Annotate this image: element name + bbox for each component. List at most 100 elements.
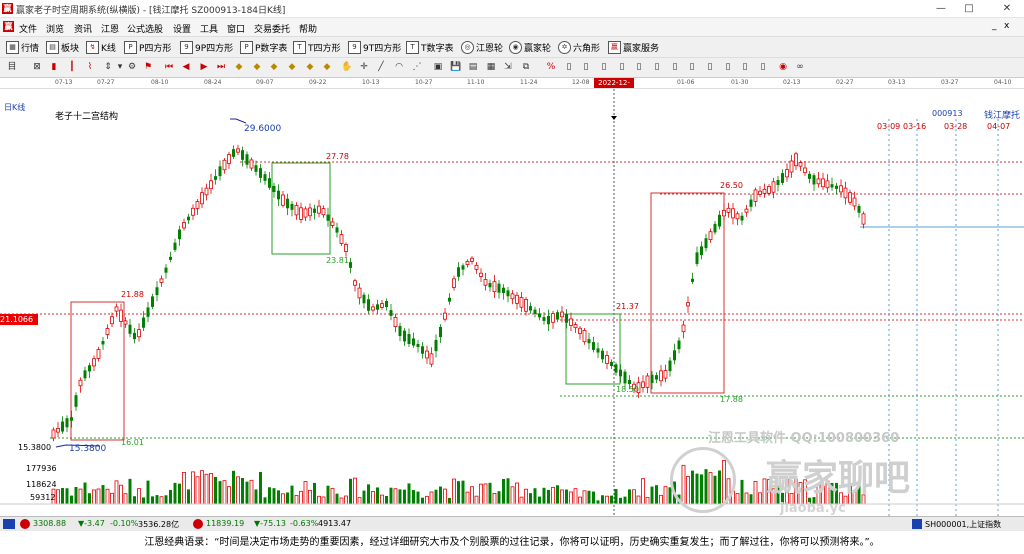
- marker-2-icon[interactable]: ▯: [580, 61, 592, 73]
- candle-icon[interactable]: ▮: [48, 61, 60, 73]
- diamond-tool-6-icon[interactable]: ◆: [321, 61, 333, 73]
- volume-bar: [164, 495, 168, 504]
- marker-12-icon[interactable]: ▯: [757, 61, 769, 73]
- marker-8-icon[interactable]: ▯: [686, 61, 698, 73]
- main-toolbar: ▦ 行情 ▤ 板块 ↯ K线 P P四方形 9 9P四方形 P P数字表 T T四方形 9 9T…: [0, 37, 1024, 58]
- settings-icon[interactable]: ⚙: [126, 61, 138, 73]
- marker-5-icon[interactable]: ▯: [633, 61, 645, 73]
- maximize-button[interactable]: □: [958, 2, 980, 15]
- crosshair-icon[interactable]: ✛: [358, 61, 370, 73]
- date-tick: 12-08: [572, 79, 590, 86]
- close-button[interactable]: ✕: [996, 2, 1018, 15]
- chart-type-icon[interactable]: ⊠: [31, 61, 43, 73]
- marker-4-icon[interactable]: ▯: [616, 61, 628, 73]
- menu-tools[interactable]: 工具: [200, 22, 218, 35]
- diamond-tool-1-icon[interactable]: ◆: [233, 61, 245, 73]
- volume-bar: [474, 495, 479, 505]
- toolbar-label: 板块: [61, 43, 80, 54]
- menu-trade[interactable]: 交易委托: [254, 22, 290, 35]
- app-logo-icon: 赢: [2, 3, 13, 14]
- toolbar-service[interactable]: 赢赢家服务: [608, 40, 659, 54]
- candle-body: [412, 338, 415, 346]
- toolbar-hexagon[interactable]: ✡ 六角形: [558, 40, 600, 54]
- menu-browse[interactable]: 浏览: [46, 22, 64, 35]
- volume-bar: [313, 482, 316, 504]
- volume-bar: [389, 487, 393, 504]
- toolbar-sectors[interactable]: ▤ 板块: [46, 40, 79, 54]
- volume-bar: [218, 481, 222, 504]
- diamond-tool-3-icon[interactable]: ◆: [268, 61, 280, 73]
- line-chart-icon[interactable]: ⌇: [84, 61, 96, 73]
- toolbar-gann-wheel[interactable]: ◎ 江恩轮: [461, 40, 503, 54]
- menu-formula[interactable]: 公式选股: [127, 22, 163, 35]
- marker-10-icon[interactable]: ▯: [722, 61, 734, 73]
- volume-bar: [529, 493, 532, 504]
- indicator-icon[interactable]: 目: [6, 61, 18, 73]
- marker-7-icon[interactable]: ▯: [669, 61, 681, 73]
- toolbar-kline[interactable]: ↯ K线: [86, 40, 116, 54]
- next-icon[interactable]: ▶: [198, 61, 210, 73]
- marker-3-icon[interactable]: ▯: [598, 61, 610, 73]
- toolbar-p-table[interactable]: P P数字表: [240, 40, 287, 54]
- menu-gann[interactable]: 江恩: [101, 22, 119, 35]
- diamond-tool-2-icon[interactable]: ◆: [251, 61, 263, 73]
- line-tool-icon[interactable]: ╱: [375, 61, 387, 73]
- inner-minimize-button[interactable]: _: [992, 21, 997, 31]
- save-icon[interactable]: 💾: [450, 61, 462, 73]
- kline-chart[interactable]: 日K线 老子十二宫结构 000913 钱江摩托 03-09 03-16 03-2…: [0, 89, 1024, 516]
- marker-11-icon[interactable]: ▯: [739, 61, 751, 73]
- candle-body: [573, 324, 578, 329]
- fan-tool-icon[interactable]: ⋰: [411, 61, 423, 73]
- toolbar-quotes[interactable]: ▦ 行情: [6, 40, 39, 54]
- cursor-icon[interactable]: ⇕: [102, 61, 114, 73]
- last-icon[interactable]: ⏭: [215, 61, 227, 73]
- infinity-icon[interactable]: ∞: [794, 61, 806, 73]
- first-icon[interactable]: ⏮: [163, 61, 175, 73]
- menu-window[interactable]: 窗口: [227, 22, 245, 35]
- menu-news[interactable]: 资讯: [74, 22, 92, 35]
- toolbar-9p-square[interactable]: 9 9P四方形: [180, 40, 233, 54]
- status-grid-icon[interactable]: [3, 519, 15, 529]
- marker-1-icon[interactable]: ▯: [563, 61, 575, 73]
- candle-body: [96, 349, 101, 359]
- image-icon[interactable]: ▣: [432, 61, 444, 73]
- candle-body: [825, 180, 830, 189]
- table-icon[interactable]: ▦: [485, 61, 497, 73]
- prev-icon[interactable]: ◀: [180, 61, 192, 73]
- sh-index-pct: -0.10%: [110, 519, 139, 528]
- menu-file[interactable]: 文件: [19, 22, 37, 35]
- marker-9-icon[interactable]: ▯: [704, 61, 716, 73]
- bar-icon[interactable]: ┃: [66, 61, 78, 73]
- future-date-3: 03-28: [944, 122, 968, 131]
- diamond-tool-4-icon[interactable]: ◆: [286, 61, 298, 73]
- hand-icon[interactable]: ✋: [341, 61, 353, 73]
- arc-tool-icon[interactable]: ◠: [393, 61, 405, 73]
- candle-body: [443, 312, 447, 320]
- status-right-label[interactable]: SH000001,上证指数: [925, 519, 1001, 530]
- toolbar-p-square[interactable]: P P四方形: [124, 40, 171, 54]
- network-icon[interactable]: ⧉: [520, 61, 532, 73]
- percent-icon[interactable]: %: [545, 61, 557, 73]
- volume-bar: [96, 488, 101, 505]
- toolbar-t-table[interactable]: T T数字表: [406, 40, 454, 54]
- marker-6-icon[interactable]: ▯: [651, 61, 663, 73]
- minimize-button[interactable]: —: [930, 2, 952, 15]
- target-icon[interactable]: ◉: [777, 61, 789, 73]
- dropdown-icon[interactable]: ▾: [114, 61, 126, 73]
- sz-index-value: 11839.19: [206, 519, 245, 528]
- candle-body: [259, 168, 262, 178]
- flag-icon[interactable]: ⚑: [142, 61, 154, 73]
- inner-close-button[interactable]: x: [1004, 21, 1009, 31]
- disk-icon[interactable]: ▤: [467, 61, 479, 73]
- menu-help[interactable]: 帮助: [299, 22, 317, 35]
- volume-bar: [492, 493, 497, 505]
- diamond-tool-5-icon[interactable]: ◆: [304, 61, 316, 73]
- toolbar-winner-wheel[interactable]: ◉ 赢家轮: [509, 40, 551, 54]
- toolbar-t-square[interactable]: T T四方形: [293, 40, 341, 54]
- menu-settings[interactable]: 设置: [173, 22, 191, 35]
- volume-bar: [645, 497, 650, 505]
- volume-bar: [542, 487, 546, 504]
- candle-body: [663, 370, 668, 379]
- export-icon[interactable]: ⇲: [502, 61, 514, 73]
- toolbar-9t-square[interactable]: 9 9T四方形: [348, 40, 401, 54]
